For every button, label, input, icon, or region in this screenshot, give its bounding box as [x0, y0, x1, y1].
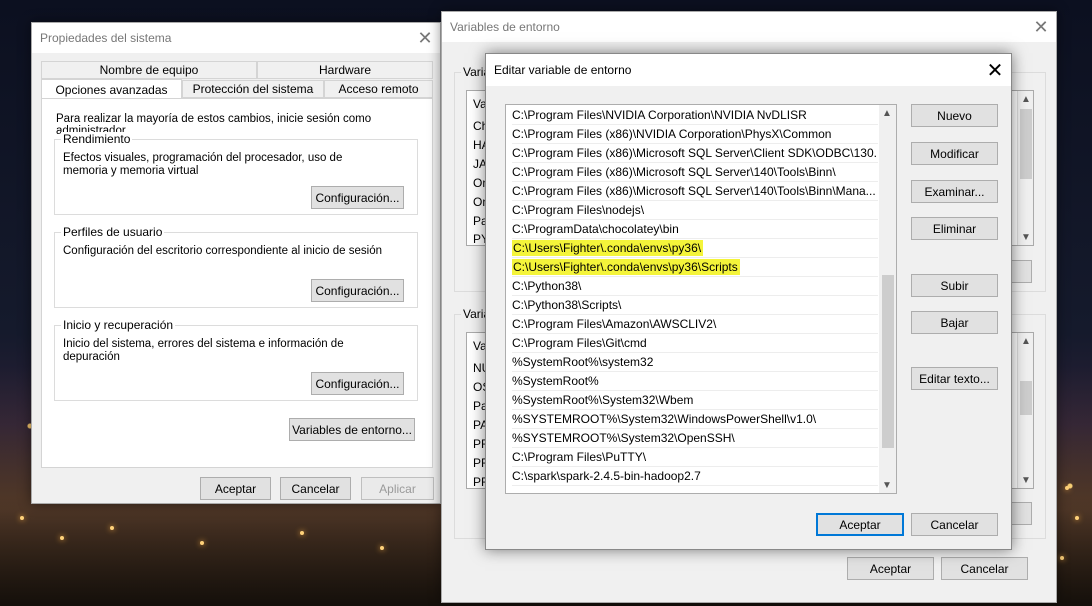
window-title: Propiedades del sistema [40, 31, 172, 45]
group-rendimiento: Rendimiento Efectos visuales, programaci… [54, 132, 418, 215]
ok-button[interactable]: Aceptar [816, 513, 904, 536]
path-entry[interactable]: %SYSTEMROOT%\System32\WindowsPowerShell\… [512, 410, 878, 429]
apply-button: Aplicar [361, 477, 434, 500]
path-entry[interactable]: %SystemRoot% [512, 372, 878, 391]
path-entry[interactable]: C:\Program Files\Amazon\AWSCLIV2\ [512, 315, 878, 334]
chevron-up-icon[interactable]: ▲ [1018, 333, 1034, 349]
path-entry-text: C:\Program Files (x86)\NVIDIA Corporatio… [512, 127, 832, 141]
path-entry[interactable]: C:\Program Files\nodejs\ [512, 201, 878, 220]
tab-acceso-remoto[interactable]: Acceso remoto [324, 80, 433, 98]
system-properties-window: Propiedades del sistema ✕ Nombre de equi… [31, 22, 441, 504]
edit-button[interactable]: Modificar [911, 142, 998, 165]
new-button[interactable]: Nuevo [911, 104, 998, 127]
close-icon[interactable]: ✕ [1026, 12, 1056, 42]
path-entry-text: C:\Program Files (x86)\Microsoft SQL Ser… [512, 146, 878, 160]
path-entry[interactable]: C:\Program Files\PuTTY\ [512, 448, 878, 467]
path-entry[interactable]: C:\Python38\ [512, 277, 878, 296]
group-legend: Inicio y recuperación [61, 318, 176, 332]
delete-button[interactable]: Eliminar [911, 217, 998, 240]
group-description: Efectos visuales, programación del proce… [63, 152, 343, 177]
path-entry-text: C:\Users\Fighter\.conda\envs\py36\ [512, 240, 704, 256]
tab-opciones-avanzadas[interactable]: Opciones avanzadas [41, 79, 182, 99]
cancel-button[interactable]: Cancelar [941, 557, 1028, 580]
path-entry[interactable]: C:\ProgramData\chocolatey\bin [512, 220, 878, 239]
path-entry[interactable]: %SystemRoot%\system32 [512, 353, 878, 372]
path-entry[interactable]: C:\Users\Fighter\.conda\envs\py36\Script… [512, 258, 878, 277]
tab-proteccion-del-sistema[interactable]: Protección del sistema [182, 80, 324, 98]
close-icon[interactable]: ✕ [979, 54, 1011, 86]
environment-variables-button[interactable]: Variables de entorno... [289, 418, 415, 441]
env-titlebar: Variables de entorno ✕ [442, 12, 1056, 42]
rendimiento-config-button[interactable]: Configuración... [311, 186, 404, 209]
group-legend: Perfiles de usuario [61, 225, 165, 239]
path-entry-text: C:\spark\spark-2.4.5-bin-hadoop2.7 [512, 469, 701, 483]
perfiles-config-button[interactable]: Configuración... [311, 279, 404, 302]
path-entry[interactable]: C:\Program Files\Git\cmd [512, 334, 878, 353]
path-entry[interactable]: C:\spark\spark-2.4.5-bin-hadoop2.7 [512, 467, 878, 486]
move-down-button[interactable]: Bajar [911, 311, 998, 334]
path-entry[interactable]: C:\Users\Fighter\.conda\envs\py36\ [512, 239, 878, 258]
path-entry-text: C:\Program Files\PuTTY\ [512, 450, 647, 464]
cancel-button[interactable]: Cancelar [280, 477, 351, 500]
path-entry-text: C:\Program Files\Amazon\AWSCLIV2\ [512, 317, 717, 331]
path-entry[interactable]: C:\Program Files (x86)\Microsoft SQL Ser… [512, 182, 878, 201]
path-entry[interactable]: %SystemRoot%\System32\Wbem [512, 391, 878, 410]
scrollbar-thumb[interactable] [1020, 109, 1032, 179]
path-entry-text: C:\Python38\ [512, 279, 582, 293]
tab-hardware[interactable]: Hardware [257, 61, 433, 79]
path-entry-text: %SYSTEMROOT%\System32\WindowsPowerShell\… [512, 412, 817, 426]
path-entry-text: C:\Python38\Scripts\ [512, 298, 622, 312]
path-entry-text: C:\ProgramData\chocolatey\bin [512, 222, 679, 236]
move-up-button[interactable]: Subir [911, 274, 998, 297]
path-entry-text: %SystemRoot%\system32 [512, 355, 654, 369]
scrollbar[interactable]: ▲ ▼ [879, 105, 896, 493]
edit-text-button[interactable]: Editar texto... [911, 367, 998, 390]
group-description: Configuración del escritorio correspondi… [63, 245, 382, 257]
group-perfiles-de-usuario: Perfiles de usuario Configuración del es… [54, 225, 418, 308]
chevron-up-icon[interactable]: ▲ [1018, 91, 1034, 107]
system-properties-titlebar: Propiedades del sistema ✕ [32, 23, 440, 53]
path-entry-text: %SYSTEMROOT%\System32\OpenSSH\ [512, 431, 735, 445]
scrollbar[interactable]: ▲ ▼ [1017, 91, 1033, 245]
chevron-down-icon[interactable]: ▼ [879, 477, 895, 493]
chevron-down-icon[interactable]: ▼ [1018, 472, 1034, 488]
path-entry-text: C:\Program Files (x86)\Microsoft SQL Ser… [512, 184, 876, 198]
dialog-title: Editar variable de entorno [494, 63, 632, 77]
path-entries-list[interactable]: C:\Program Files\NVIDIA Corporation\NVID… [505, 104, 897, 494]
chevron-down-icon[interactable]: ▼ [1018, 229, 1034, 245]
tab-nombre-de-equipo[interactable]: Nombre de equipo [41, 61, 257, 79]
path-entry-text: C:\Program Files\Git\cmd [512, 336, 647, 350]
path-entry-text: %SystemRoot%\System32\Wbem [512, 393, 694, 407]
browse-button[interactable]: Examinar... [911, 180, 998, 203]
chevron-up-icon[interactable]: ▲ [879, 105, 895, 121]
path-entry[interactable]: %SYSTEMROOT%\System32\OpenSSH\ [512, 429, 878, 448]
path-entry[interactable]: C:\Program Files (x86)\Microsoft SQL Ser… [512, 163, 878, 182]
scrollbar[interactable]: ▲ ▼ [1017, 333, 1033, 488]
cancel-button[interactable]: Cancelar [911, 513, 998, 536]
path-entry-text: C:\Program Files (x86)\Microsoft SQL Ser… [512, 165, 836, 179]
path-entry-text: C:\Users\Fighter\.conda\envs\py36\Script… [512, 259, 740, 275]
tab-panel: Para realizar la mayoría de estos cambio… [41, 98, 433, 468]
window-title: Variables de entorno [450, 20, 560, 34]
group-inicio-y-recuperacion: Inicio y recuperación Inicio del sistema… [54, 318, 418, 401]
ok-button[interactable]: Aceptar [847, 557, 934, 580]
edit-variable-dialog: Editar variable de entorno ✕ C:\Program … [485, 53, 1012, 550]
path-entry-text: %SystemRoot% [512, 374, 599, 388]
scrollbar-thumb[interactable] [882, 275, 894, 448]
scrollbar-thumb[interactable] [1020, 381, 1032, 415]
path-entry[interactable]: C:\Program Files\NVIDIA Corporation\NVID… [512, 106, 878, 125]
path-entry-text: C:\Program Files\NVIDIA Corporation\NVID… [512, 108, 807, 122]
group-description: Inicio del sistema, errores del sistema … [63, 338, 344, 363]
path-entry[interactable]: C:\Program Files (x86)\NVIDIA Corporatio… [512, 125, 878, 144]
path-entry-text: C:\Program Files\nodejs\ [512, 203, 645, 217]
path-entry[interactable]: C:\Python38\Scripts\ [512, 296, 878, 315]
group-legend: Rendimiento [61, 132, 133, 146]
inicio-config-button[interactable]: Configuración... [311, 372, 404, 395]
close-icon[interactable]: ✕ [410, 23, 440, 53]
ok-button[interactable]: Aceptar [200, 477, 271, 500]
edit-titlebar: Editar variable de entorno ✕ [486, 54, 1011, 86]
path-entry[interactable]: C:\Program Files (x86)\Microsoft SQL Ser… [512, 144, 878, 163]
